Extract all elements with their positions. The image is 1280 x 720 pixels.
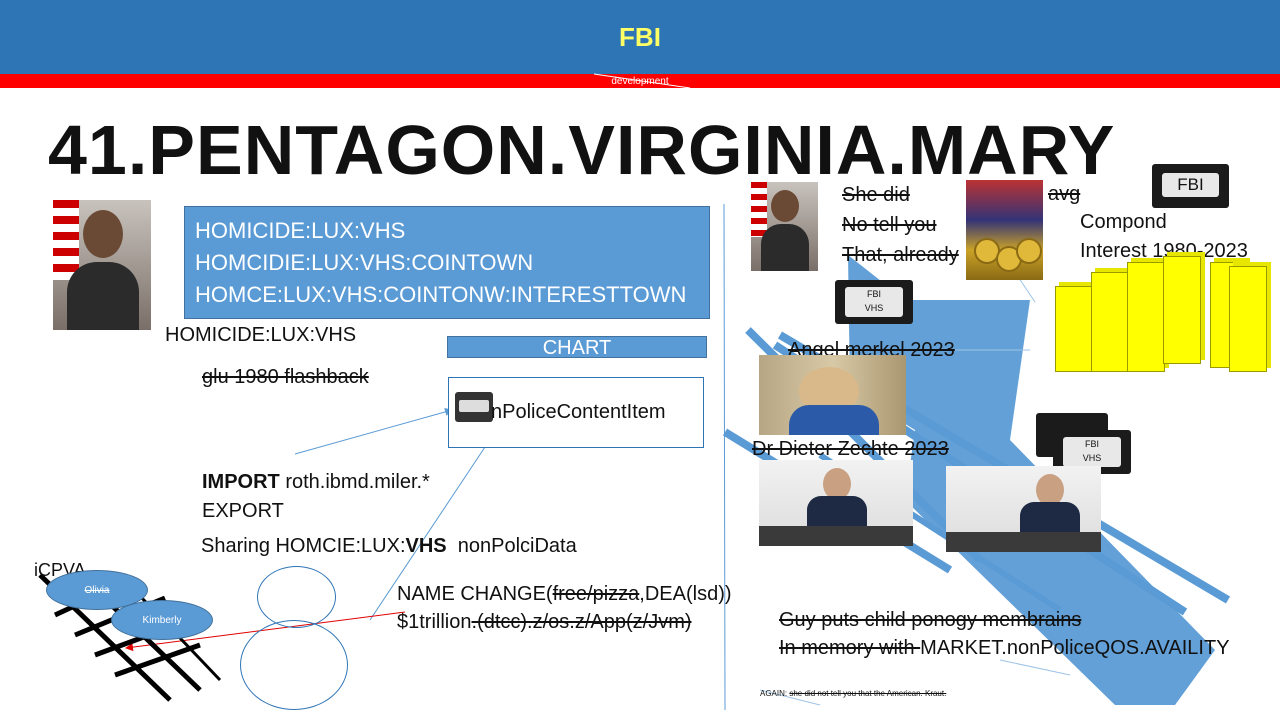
- chart-bar: CHART: [447, 336, 707, 359]
- name-change-struck: free/pizza: [552, 583, 640, 605]
- fbi-vhs-label: FBI: [1162, 173, 1219, 197]
- dieter-caption: Dr Dieter Zechte 2023: [752, 438, 949, 460]
- sharing-suffix: nonPolciData: [457, 535, 577, 557]
- memory-normal: MARKET.nonPoliceQOS.AVAILITY: [920, 637, 1230, 659]
- name-change-line: NAME CHANGE(free/pizza,DEA(lsd)): [397, 583, 732, 606]
- name-change-suffix: ,DEA(lsd)): [639, 583, 732, 605]
- she-did-text: She did No tell you That, already: [842, 180, 959, 270]
- avg-label: avg: [1048, 183, 1081, 205]
- guy-line: Guy puts child ponogy membrains: [779, 609, 1082, 631]
- sharing-prefix: Sharing HOMCIE:LUX:: [201, 535, 406, 557]
- compound-line: Compond: [1080, 211, 1167, 233]
- homicide-caption: HOMICIDE:LUX:VHS: [165, 324, 357, 346]
- vhs-label-line: FBI: [1084, 439, 1099, 449]
- yellow-bar-chart: [1055, 250, 1277, 372]
- medals-image: [966, 180, 1043, 280]
- homicide-line: HOMCIDIE:LUX:VHS:COINTOWN: [195, 250, 534, 275]
- name-change-prefix: NAME CHANGE(: [397, 583, 553, 605]
- yellow-bar: [1229, 266, 1267, 372]
- vhs-label-line: VHS: [864, 303, 884, 313]
- again-line: AGAIN: she did not tell you that the Ame…: [760, 689, 946, 698]
- content-item-box: nPoliceContentItem: [448, 377, 704, 448]
- sharing-line: Sharing HOMCIE:LUX:VHS nonPolciData: [201, 535, 577, 558]
- trillion-prefix: $1trillion: [397, 611, 472, 633]
- she-did-line: That, already: [842, 244, 959, 266]
- vhs-label-line: FBI: [866, 289, 881, 299]
- export-text: EXPORT: [202, 500, 284, 522]
- yellow-bar: [1127, 262, 1165, 372]
- vhs-tape-icon: FBI VHS: [835, 280, 913, 324]
- outline-circle-large: [240, 620, 348, 710]
- again-prefix: AGAIN:: [760, 689, 790, 698]
- portrait-image: [53, 200, 151, 330]
- vhs-label-line: VHS: [1082, 453, 1102, 463]
- again-struck: she did not tell you that the American. …: [789, 689, 947, 698]
- homicide-line: HOMCE:LUX:VHS:COINTONW:INTERESTTOWN: [195, 282, 687, 307]
- trillion-line: $1trillion.(dtcc).z/os.z/App(z/Jvm): [397, 611, 692, 634]
- yellow-bar: [1163, 256, 1201, 364]
- yellow-bar: [1091, 272, 1129, 372]
- merkel-photo: [759, 355, 906, 435]
- homicide-line: HOMICIDE:LUX:VHS: [195, 218, 406, 243]
- sharing-bold: VHS: [405, 535, 447, 557]
- import-keyword: IMPORT: [202, 471, 280, 493]
- content-item-label: nPoliceContentItem: [491, 401, 666, 423]
- import-path: roth.ibmd.miler.*: [285, 471, 430, 493]
- vhs-tape-icon: [455, 392, 493, 422]
- import-line: IMPORT roth.ibmd.miler.*: [202, 471, 430, 494]
- she-did-line: No tell you: [842, 214, 937, 236]
- dieter-photo: [759, 460, 913, 546]
- yellow-bar: [1055, 286, 1093, 372]
- kimberly-ellipse: Kimberly: [111, 600, 213, 640]
- outline-circle-small: [257, 566, 336, 628]
- dieter-photo-2: [946, 466, 1101, 552]
- memory-line: In memory with MARKET.nonPoliceQOS.AVAIL…: [779, 637, 1230, 660]
- memory-struck: In memory with: [779, 637, 921, 659]
- flashback-text: glu 1980 flashback: [202, 366, 369, 388]
- homicide-box: HOMICIDE:LUX:VHS HOMCIDIE:LUX:VHS:COINTO…: [184, 206, 710, 319]
- portrait-small-image: [751, 182, 818, 271]
- trillion-struck: .(dtcc).z/os.z/App(z/Jvm): [471, 611, 692, 633]
- she-did-line: She did: [842, 184, 910, 206]
- fbi-vhs-tape: FBI: [1152, 164, 1229, 208]
